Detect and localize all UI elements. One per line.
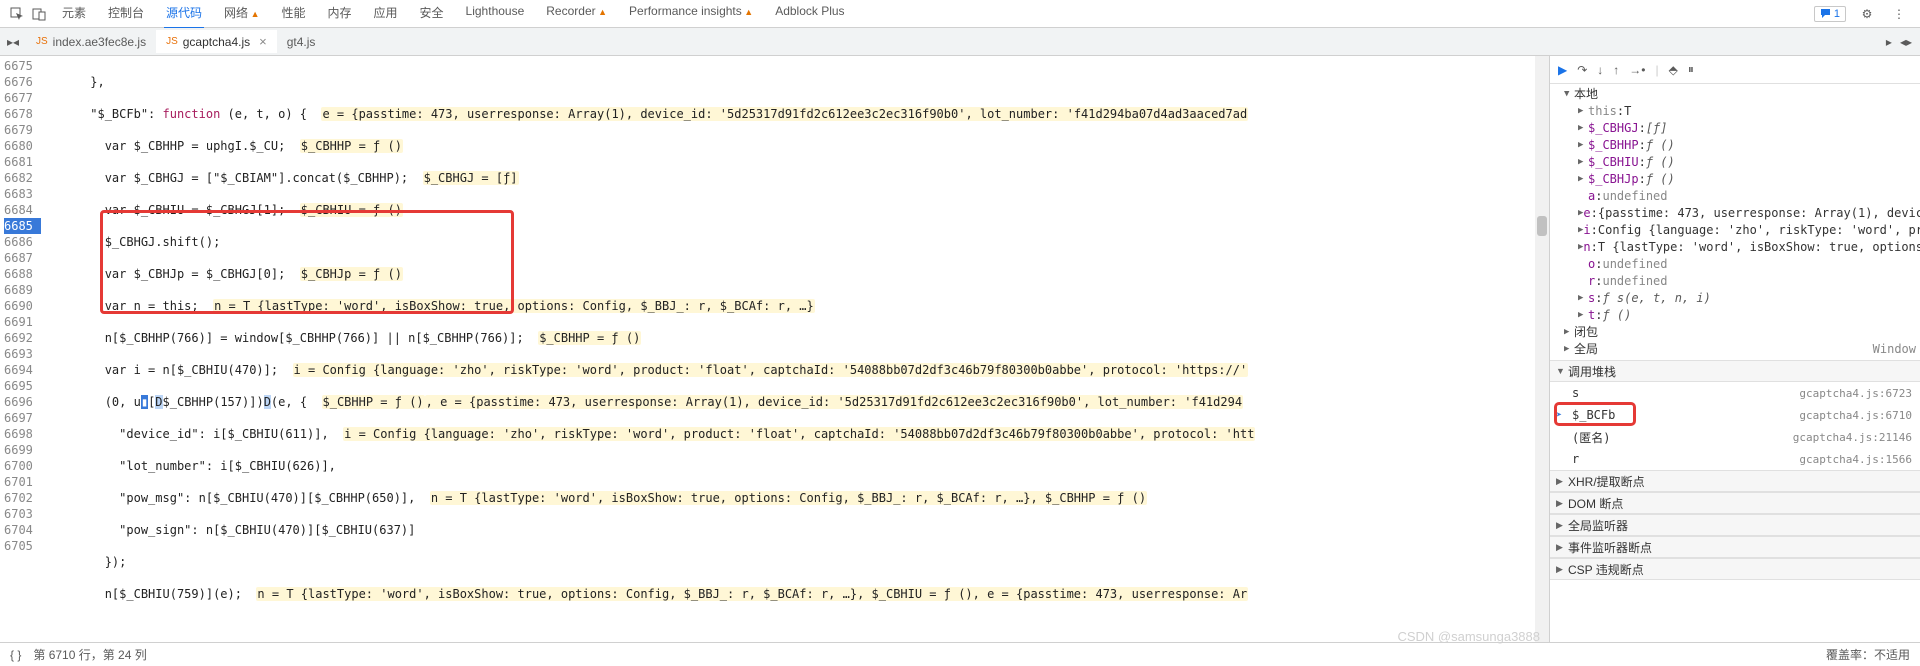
inspect-icon[interactable] bbox=[6, 3, 28, 25]
tab-elements[interactable]: 元素 bbox=[60, 0, 88, 29]
section-dom[interactable]: ▶DOM 断点 bbox=[1550, 492, 1920, 514]
section-csp[interactable]: ▶CSP 违规断点 bbox=[1550, 558, 1920, 580]
tab-sources[interactable]: 源代码 bbox=[164, 0, 204, 29]
callstack-frame[interactable]: (匿名)gcaptcha4.js:21146 bbox=[1550, 426, 1920, 448]
devtools-topbar: 元素 控制台 源代码 网络 性能 内存 应用 安全 Lighthouse Rec… bbox=[0, 0, 1920, 28]
code-editor: 6675667666776678667966806681668266836684… bbox=[0, 56, 1550, 642]
file-tabs-bar: ▸◂ JSindex.ae3fec8e.js JSgcaptcha4.js× g… bbox=[0, 28, 1920, 56]
line-gutter[interactable]: 6675667666776678667966806681668266836684… bbox=[0, 56, 41, 642]
step-icon[interactable]: →• bbox=[1629, 63, 1645, 77]
close-icon[interactable]: × bbox=[259, 34, 267, 49]
callstack-frame[interactable]: sgcaptcha4.js:6723 bbox=[1550, 382, 1920, 404]
gear-icon[interactable]: ⚙ bbox=[1856, 3, 1878, 25]
sidebar-toggle-icon[interactable]: ◂▸ bbox=[1900, 35, 1912, 49]
cursor-position: 第 6710 行，第 24 列 bbox=[33, 646, 146, 663]
coverage-status: 覆盖率：不适用 bbox=[1826, 646, 1910, 663]
tab-network[interactable]: 网络 bbox=[222, 0, 261, 29]
scrollbar-thumb[interactable] bbox=[1537, 216, 1547, 236]
tab-console[interactable]: 控制台 bbox=[106, 0, 146, 29]
pretty-print-icon[interactable]: { } bbox=[10, 648, 21, 662]
messages-badge[interactable]: 1 bbox=[1814, 6, 1846, 22]
navigator-toggle-icon[interactable]: ▸◂ bbox=[0, 35, 26, 49]
section-event[interactable]: ▶事件监听器断点 bbox=[1550, 536, 1920, 558]
section-global[interactable]: ▶全局监听器 bbox=[1550, 514, 1920, 536]
kebab-icon[interactable]: ⋮ bbox=[1888, 3, 1910, 25]
section-callstack[interactable]: ▼调用堆栈 bbox=[1550, 360, 1920, 382]
deactivate-breakpoints-icon[interactable]: ⬘ bbox=[1669, 63, 1678, 77]
tab-adblock[interactable]: Adblock Plus bbox=[773, 0, 846, 29]
callstack-frame[interactable]: rgcaptcha4.js:1566 bbox=[1550, 448, 1920, 470]
js-file-icon: JS bbox=[166, 36, 178, 47]
status-bar: { } 第 6710 行，第 24 列 覆盖率：不适用 bbox=[0, 642, 1920, 666]
code-content[interactable]: }, "$_BCFb": function (e, t, o) { e = {p… bbox=[41, 56, 1535, 642]
debug-toolbar: ▶ ↷ ↓ ↑ →• | ⬘ ⏸ bbox=[1550, 56, 1920, 84]
file-tab-gt4[interactable]: gt4.js bbox=[277, 31, 326, 53]
js-file-icon: JS bbox=[36, 36, 48, 47]
step-into-icon[interactable]: ↓ bbox=[1597, 63, 1603, 77]
resume-icon[interactable]: ▶ bbox=[1558, 63, 1567, 77]
panel-tabs: 元素 控制台 源代码 网络 性能 内存 应用 安全 Lighthouse Rec… bbox=[60, 0, 1814, 29]
tab-lighthouse[interactable]: Lighthouse bbox=[464, 0, 527, 29]
tab-application[interactable]: 应用 bbox=[372, 0, 400, 29]
debugger-sidebar: ▶ ↷ ↓ ↑ →• | ⬘ ⏸ ▼本地 ▶this: T ▶$_CBHGJ: … bbox=[1550, 56, 1920, 642]
file-tab-gcaptcha4[interactable]: JSgcaptcha4.js× bbox=[156, 30, 277, 53]
vertical-scrollbar[interactable] bbox=[1535, 56, 1549, 642]
tab-recorder[interactable]: Recorder bbox=[544, 0, 609, 29]
step-out-icon[interactable]: ↑ bbox=[1613, 63, 1619, 77]
step-over-icon[interactable]: ↷ bbox=[1577, 63, 1587, 77]
tab-security[interactable]: 安全 bbox=[418, 0, 446, 29]
callstack-frame-current[interactable]: $_BCFbgcaptcha4.js:6710 bbox=[1550, 404, 1920, 426]
callstack-list: sgcaptcha4.js:6723 $_BCFbgcaptcha4.js:67… bbox=[1550, 382, 1920, 470]
current-exec-line: 6685 bbox=[4, 218, 41, 234]
tab-perfinsights[interactable]: Performance insights bbox=[627, 0, 755, 29]
scope-panel: ▼本地 ▶this: T ▶$_CBHGJ: [ƒ] ▶$_CBHHP: ƒ (… bbox=[1550, 84, 1920, 360]
tab-memory[interactable]: 内存 bbox=[326, 0, 354, 29]
tab-performance[interactable]: 性能 bbox=[279, 0, 307, 29]
pause-exceptions-icon[interactable]: ⏸ bbox=[1688, 62, 1694, 77]
device-icon[interactable] bbox=[28, 3, 50, 25]
file-tab-index[interactable]: JSindex.ae3fec8e.js bbox=[26, 31, 156, 53]
more-tabs-icon[interactable]: ▸ bbox=[1886, 35, 1892, 49]
section-xhr[interactable]: ▶XHR/提取断点 bbox=[1550, 470, 1920, 492]
